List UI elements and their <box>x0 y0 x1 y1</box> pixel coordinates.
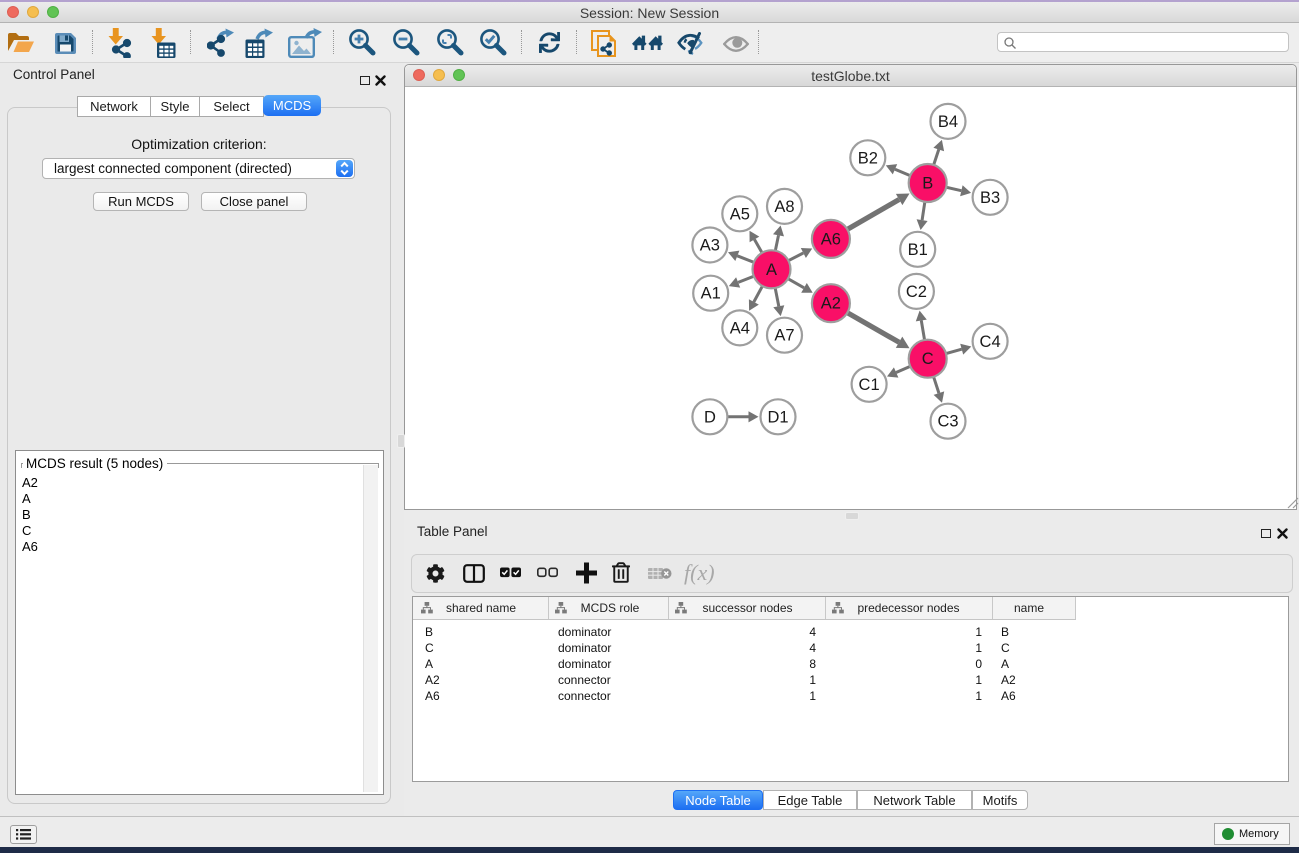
svg-text:B: B <box>922 175 933 193</box>
svg-text:C: C <box>922 350 934 368</box>
svg-text:C2: C2 <box>906 283 927 301</box>
svg-text:A3: A3 <box>700 237 720 255</box>
svg-text:A2: A2 <box>821 295 841 313</box>
svg-text:C4: C4 <box>980 333 1001 351</box>
svg-text:A1: A1 <box>701 285 721 303</box>
svg-text:C1: C1 <box>859 376 880 394</box>
svg-text:D1: D1 <box>767 408 788 426</box>
svg-text:A5: A5 <box>730 205 750 223</box>
svg-text:B2: B2 <box>858 149 878 167</box>
svg-text:B4: B4 <box>938 113 958 131</box>
svg-text:A7: A7 <box>774 327 794 345</box>
svg-text:C3: C3 <box>937 413 958 431</box>
svg-text:A4: A4 <box>730 319 750 337</box>
svg-text:A6: A6 <box>821 230 841 248</box>
svg-text:A: A <box>766 261 777 279</box>
svg-text:A8: A8 <box>774 198 794 216</box>
svg-text:B1: B1 <box>908 241 928 259</box>
svg-text:B3: B3 <box>980 189 1000 207</box>
svg-text:D: D <box>704 408 716 426</box>
